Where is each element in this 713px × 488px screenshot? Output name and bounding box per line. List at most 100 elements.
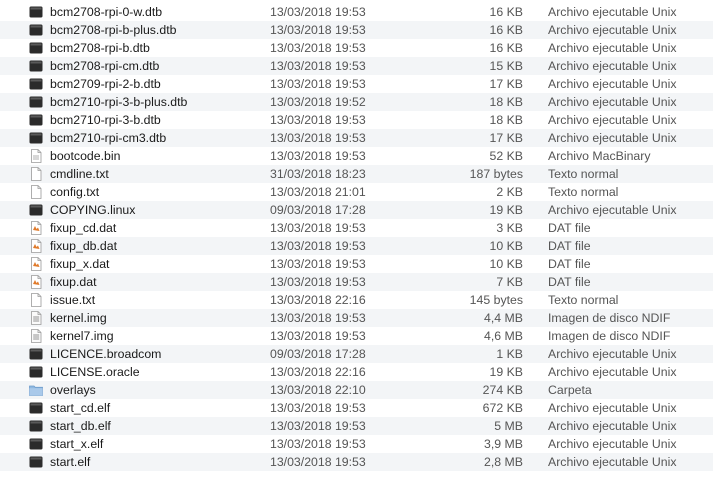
file-size: 10 KB — [489, 239, 524, 253]
file-kind: Texto normal — [548, 167, 619, 181]
file-date-modified: 13/03/2018 19:53 — [270, 77, 366, 91]
file-kind: Archivo ejecutable Unix — [548, 419, 677, 433]
file-size: 4,4 MB — [484, 311, 523, 325]
file-row[interactable]: bcm2710-rpi-cm3.dtb 13/03/2018 19:53 17 … — [0, 129, 713, 147]
unix-executable-icon — [29, 401, 43, 415]
file-name: bcm2710-rpi-3-b.dtb — [50, 113, 161, 127]
unix-executable-icon — [29, 23, 43, 37]
unix-executable-icon — [29, 95, 43, 109]
file-name: COPYING.linux — [50, 203, 136, 217]
file-date-modified: 13/03/2018 19:53 — [270, 59, 366, 73]
file-row[interactable]: overlays 13/03/2018 22:10 274 KB Carpeta — [0, 381, 713, 399]
file-kind: DAT file — [548, 239, 591, 253]
file-kind: Archivo ejecutable Unix — [548, 401, 677, 415]
file-row[interactable]: kernel.img 13/03/2018 19:53 4,4 MB Image… — [0, 309, 713, 327]
file-kind: Archivo ejecutable Unix — [548, 131, 677, 145]
file-row[interactable]: bcm2710-rpi-3-b.dtb 13/03/2018 19:53 18 … — [0, 111, 713, 129]
file-date-modified: 13/03/2018 22:16 — [270, 293, 366, 307]
file-date-modified: 09/03/2018 17:28 — [270, 347, 366, 361]
file-date-modified: 13/03/2018 19:53 — [270, 401, 366, 415]
file-name: bcm2709-rpi-2-b.dtb — [50, 77, 161, 91]
file-row[interactable]: fixup_x.dat 13/03/2018 19:53 10 KB DAT f… — [0, 255, 713, 273]
file-name: bootcode.bin — [50, 149, 121, 163]
binary-file-icon — [29, 149, 43, 163]
file-kind: Archivo ejecutable Unix — [548, 77, 677, 91]
unix-executable-icon — [29, 59, 43, 73]
file-date-modified: 13/03/2018 19:53 — [270, 41, 366, 55]
dat-file-icon — [29, 275, 43, 289]
file-date-modified: 13/03/2018 19:53 — [270, 455, 366, 469]
file-size: 19 KB — [489, 203, 524, 217]
file-row[interactable]: cmdline.txt 31/03/2018 18:23 187 bytes T… — [0, 165, 713, 183]
unix-executable-icon — [29, 347, 43, 361]
file-row[interactable]: fixup_db.dat 13/03/2018 19:53 10 KB DAT … — [0, 237, 713, 255]
file-date-modified: 13/03/2018 22:10 — [270, 383, 366, 397]
file-date-modified: 13/03/2018 19:53 — [270, 311, 366, 325]
file-row[interactable]: config.txt 13/03/2018 21:01 2 KB Texto n… — [0, 183, 713, 201]
disk-image-icon — [29, 311, 43, 325]
file-kind: Archivo MacBinary — [548, 149, 651, 163]
unix-executable-icon — [29, 455, 43, 469]
file-size: 16 KB — [489, 5, 524, 19]
file-name: fixup_cd.dat — [50, 221, 117, 235]
file-row[interactable]: bcm2710-rpi-3-b-plus.dtb 13/03/2018 19:5… — [0, 93, 713, 111]
file-name: config.txt — [50, 185, 100, 199]
file-row[interactable]: start.elf 13/03/2018 19:53 2,8 MB Archiv… — [0, 453, 713, 471]
file-kind: Archivo ejecutable Unix — [548, 41, 677, 55]
file-row[interactable]: COPYING.linux 09/03/2018 17:28 19 KB Arc… — [0, 201, 713, 219]
file-name: fixup_db.dat — [50, 239, 118, 253]
file-name: start_x.elf — [50, 437, 104, 451]
file-date-modified: 13/03/2018 19:53 — [270, 419, 366, 433]
file-kind: Texto normal — [548, 293, 619, 307]
file-name: fixup_x.dat — [50, 257, 110, 271]
file-name: fixup.dat — [50, 275, 97, 289]
unix-executable-icon — [29, 419, 43, 433]
file-row[interactable]: LICENCE.broadcom 09/03/2018 17:28 1 KB A… — [0, 345, 713, 363]
file-row[interactable]: bcm2708-rpi-0-w.dtb 13/03/2018 19:53 16 … — [0, 3, 713, 21]
file-size: 3 KB — [496, 221, 523, 235]
unix-executable-icon — [29, 203, 43, 217]
file-kind: Archivo ejecutable Unix — [548, 455, 677, 469]
file-kind: Texto normal — [548, 185, 619, 199]
file-name: bcm2708-rpi-b.dtb — [50, 41, 150, 55]
file-row[interactable]: issue.txt 13/03/2018 22:16 145 bytes Tex… — [0, 291, 713, 309]
file-kind: DAT file — [548, 257, 591, 271]
file-name: LICENCE.broadcom — [50, 347, 162, 361]
text-file-icon — [29, 293, 43, 307]
file-kind: Imagen de disco NDIF — [548, 311, 671, 325]
file-row[interactable]: fixup.dat 13/03/2018 19:53 7 KB DAT file — [0, 273, 713, 291]
file-row[interactable]: bcm2709-rpi-2-b.dtb 13/03/2018 19:53 17 … — [0, 75, 713, 93]
file-size: 17 KB — [489, 131, 524, 145]
file-name: start.elf — [50, 455, 91, 469]
file-row[interactable]: fixup_cd.dat 13/03/2018 19:53 3 KB DAT f… — [0, 219, 713, 237]
unix-executable-icon — [29, 5, 43, 19]
file-name: bcm2708-rpi-b-plus.dtb — [50, 23, 177, 37]
file-row[interactable]: start_cd.elf 13/03/2018 19:53 672 KB Arc… — [0, 399, 713, 417]
file-name: bcm2710-rpi-3-b-plus.dtb — [50, 95, 188, 109]
unix-executable-icon — [29, 113, 43, 127]
file-row[interactable]: start_db.elf 13/03/2018 19:53 5 MB Archi… — [0, 417, 713, 435]
file-row[interactable]: LICENSE.oracle 13/03/2018 22:16 19 KB Ar… — [0, 363, 713, 381]
file-row[interactable]: bootcode.bin 13/03/2018 19:53 52 KB Arch… — [0, 147, 713, 165]
file-row[interactable]: bcm2708-rpi-b.dtb 13/03/2018 19:53 16 KB… — [0, 39, 713, 57]
file-date-modified: 13/03/2018 19:53 — [270, 149, 366, 163]
file-size: 19 KB — [489, 365, 524, 379]
unix-executable-icon — [29, 131, 43, 145]
file-row[interactable]: start_x.elf 13/03/2018 19:53 3,9 MB Arch… — [0, 435, 713, 453]
file-kind: Archivo ejecutable Unix — [548, 23, 677, 37]
file-kind: Archivo ejecutable Unix — [548, 347, 677, 361]
file-row[interactable]: kernel7.img 13/03/2018 19:53 4,6 MB Imag… — [0, 327, 713, 345]
file-date-modified: 13/03/2018 19:53 — [270, 221, 366, 235]
file-row[interactable]: bcm2708-rpi-b-plus.dtb 13/03/2018 19:53 … — [0, 21, 713, 39]
file-size: 3,9 MB — [484, 437, 523, 451]
file-kind: Archivo ejecutable Unix — [548, 95, 677, 109]
dat-file-icon — [29, 239, 43, 253]
unix-executable-icon — [29, 77, 43, 91]
file-row[interactable]: bcm2708-rpi-cm.dtb 13/03/2018 19:53 15 K… — [0, 57, 713, 75]
file-size: 2 KB — [496, 185, 523, 199]
file-size: 18 KB — [489, 113, 524, 127]
file-size: 187 bytes — [469, 167, 523, 181]
file-name: bcm2708-rpi-cm.dtb — [50, 59, 160, 73]
file-kind: Archivo ejecutable Unix — [548, 59, 677, 73]
file-name: kernel7.img — [50, 329, 114, 343]
